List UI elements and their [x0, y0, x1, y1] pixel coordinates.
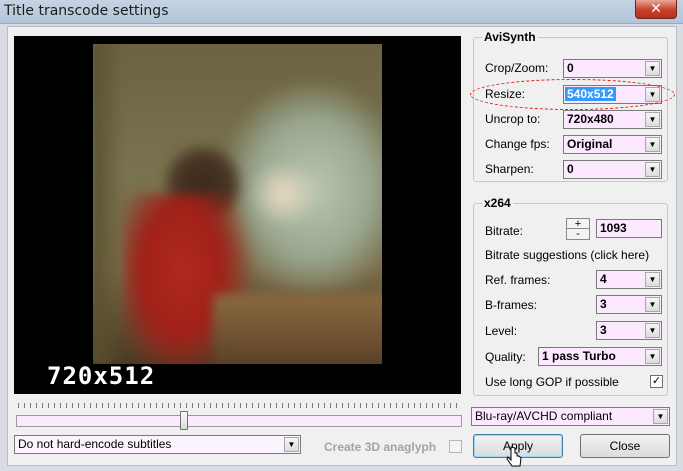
x264-group: x264 Bitrate: + - 1093 Bitrate suggestio…: [473, 196, 668, 396]
close-button[interactable]: Close: [580, 434, 670, 458]
window-title: Title transcode settings: [4, 3, 169, 19]
compatibility-select[interactable]: Blu-ray/AVCHD compliant ▼: [471, 407, 670, 426]
resize-highlight-ellipse: [470, 79, 675, 110]
x264-legend: x264: [482, 196, 513, 210]
chevron-down-icon: ▼: [284, 437, 299, 452]
chevron-down-icon: ▼: [645, 349, 660, 364]
ref-frames-select[interactable]: 4 ▼: [596, 270, 662, 289]
chevron-down-icon: ▼: [645, 272, 660, 287]
change-fps-select[interactable]: Original ▼: [563, 135, 662, 154]
chevron-down-icon: ▼: [645, 61, 660, 76]
video-preview: 720x512: [14, 36, 461, 394]
subtitles-select[interactable]: Do not hard-encode subtitles ▼: [14, 435, 301, 454]
avisynth-legend: AviSynth: [482, 30, 538, 44]
uncrop-label: Uncrop to:: [485, 112, 541, 126]
timeline-slider-thumb[interactable]: [180, 411, 188, 430]
sharpen-label: Sharpen:: [485, 162, 534, 176]
chevron-down-icon: ▼: [653, 409, 668, 424]
long-gop-label: Use long GOP if possible: [485, 375, 619, 389]
level-label: Level:: [485, 324, 518, 338]
chevron-down-icon: ▼: [645, 297, 660, 312]
ref-frames-label: Ref. frames:: [485, 273, 551, 287]
bitrate-minus-button[interactable]: -: [567, 229, 589, 240]
long-gop-checkbox[interactable]: ✓: [650, 375, 663, 388]
timeline-slider[interactable]: [16, 415, 462, 427]
chevron-down-icon: ▼: [645, 137, 660, 152]
avisynth-group: AviSynth Crop/Zoom: 0 ▼ Resize: 540x512 …: [470, 30, 675, 182]
chevron-down-icon: ▼: [645, 112, 660, 127]
crop-zoom-label: Crop/Zoom:: [485, 61, 549, 75]
bframes-label: B-frames:: [485, 298, 538, 312]
chevron-down-icon: ▼: [645, 323, 660, 338]
uncrop-select[interactable]: 720x480 ▼: [563, 110, 662, 129]
mouse-pointer-icon: [506, 446, 522, 467]
bframes-select[interactable]: 3 ▼: [596, 295, 662, 314]
window-close-button[interactable]: ✕: [635, 0, 677, 19]
anaglyph-label: Create 3D anaglyph: [324, 440, 437, 454]
bitrate-label: Bitrate:: [485, 224, 524, 238]
bitrate-input[interactable]: 1093: [596, 219, 662, 238]
level-select[interactable]: 3 ▼: [596, 321, 662, 340]
video-frame-image: [93, 44, 382, 364]
title-bar: Title transcode settings ✕: [0, 0, 683, 24]
chevron-down-icon: ▼: [645, 162, 660, 177]
bitrate-spinner[interactable]: + -: [566, 218, 590, 240]
crop-zoom-select[interactable]: 0 ▼: [563, 59, 662, 78]
timeline-ticks: [18, 403, 462, 408]
anaglyph-checkbox[interactable]: [449, 440, 462, 453]
quality-label: Quality:: [485, 350, 526, 364]
sharpen-select[interactable]: 0 ▼: [563, 160, 662, 179]
change-fps-label: Change fps:: [485, 137, 550, 151]
resolution-overlay: 720x512: [47, 362, 156, 390]
quality-select[interactable]: 1 pass Turbo ▼: [538, 347, 662, 366]
bitrate-suggestions-link[interactable]: Bitrate suggestions (click here): [485, 248, 649, 262]
dialog-body: 720x512 AviSynth Crop/Zoom: 0 ▼ Resize: …: [7, 26, 677, 466]
